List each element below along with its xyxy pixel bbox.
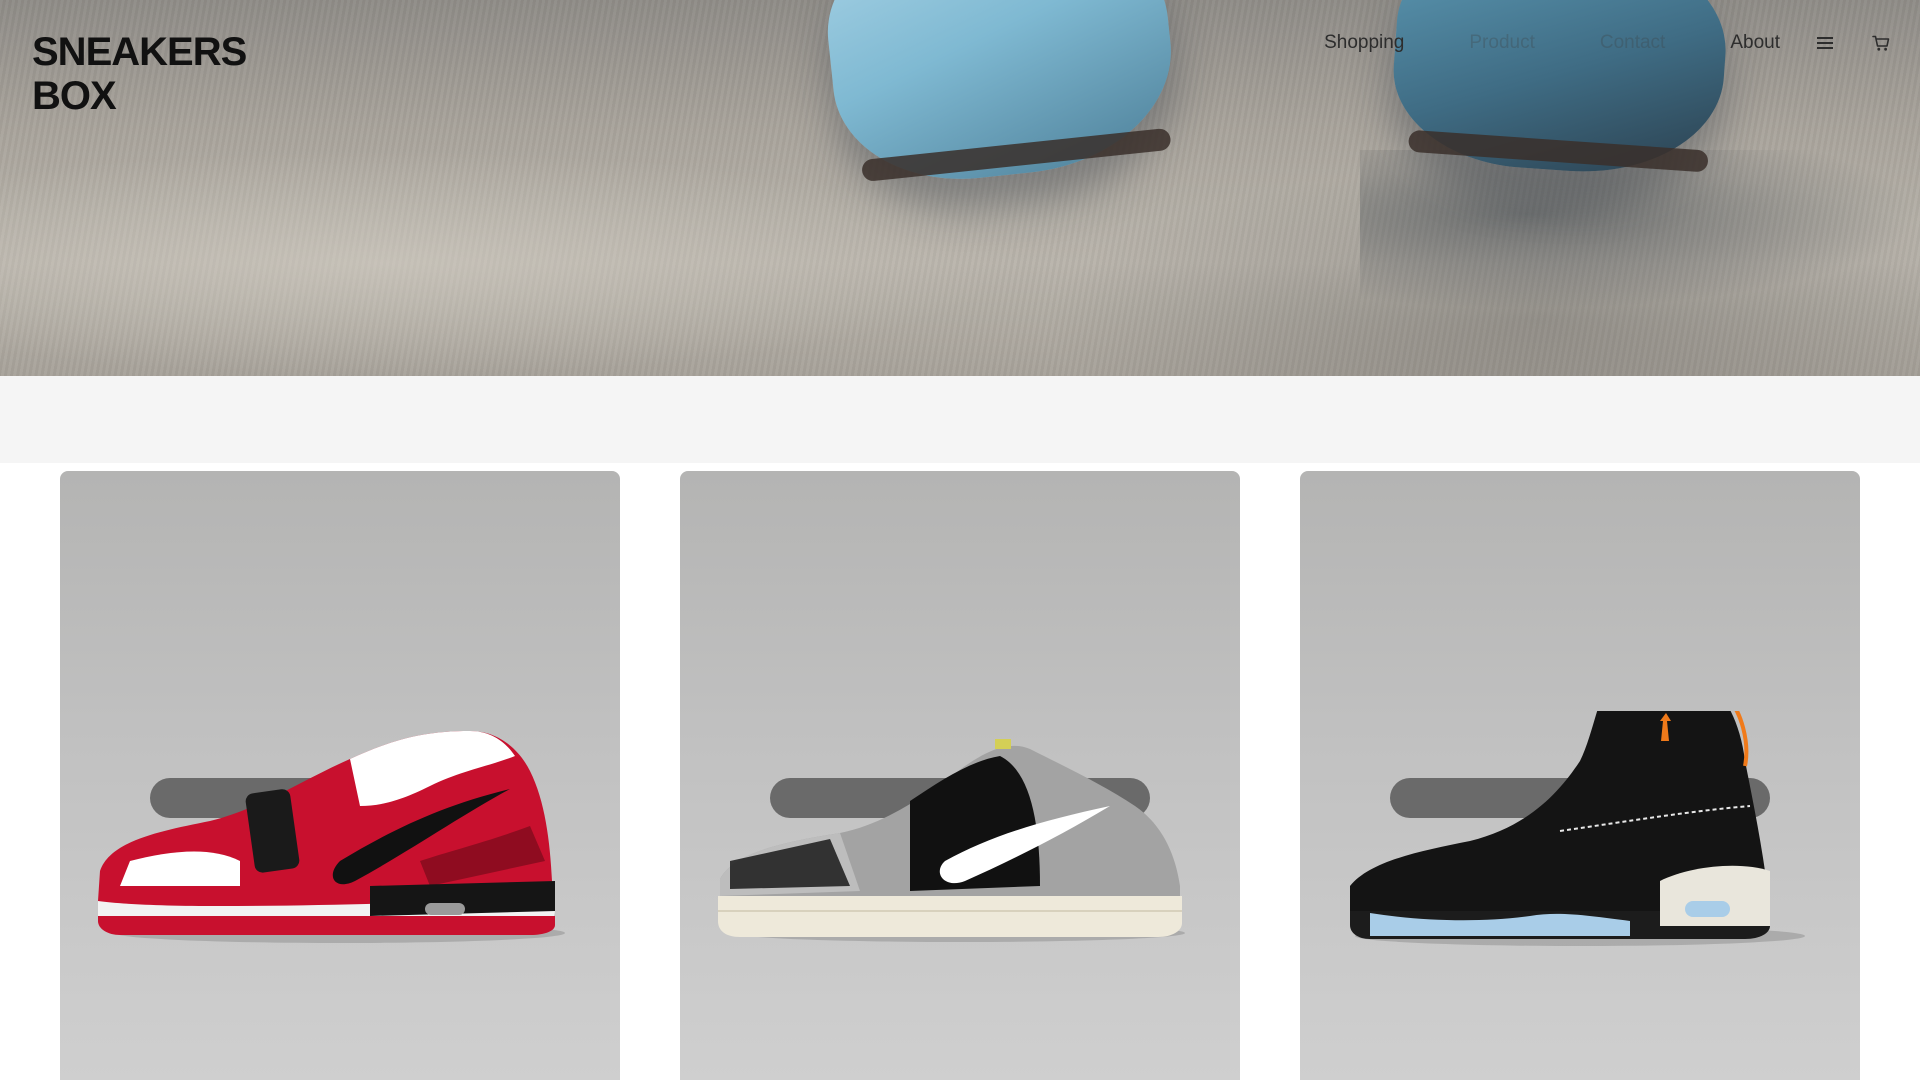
nav-link-about[interactable]: About	[1730, 32, 1780, 54]
brand-logo[interactable]: SNEAKERS BOX	[32, 30, 247, 118]
product-grid	[0, 471, 1920, 1080]
product-image-red-sneaker	[98, 731, 565, 943]
shopping-cart-icon[interactable]	[1870, 32, 1892, 54]
product-image-black-highTop-sneaker	[1350, 711, 1805, 946]
product-image-cement-sneaker	[718, 739, 1185, 942]
nav-link-shopping[interactable]: Shopping	[1324, 32, 1404, 54]
product-card[interactable]	[60, 471, 620, 1080]
product-card[interactable]	[680, 471, 1240, 1080]
section-divider	[0, 376, 1920, 463]
main-nav: Shopping Product Contact About	[1324, 26, 1892, 60]
nav-link-contact[interactable]: Contact	[1600, 32, 1665, 54]
brand-logo-line1: SNEAKERS	[32, 30, 247, 74]
hamburger-menu-icon[interactable]	[1814, 32, 1836, 54]
product-card[interactable]	[1300, 471, 1860, 1080]
brand-logo-line2: BOX	[32, 74, 117, 118]
hero-shadow	[1360, 150, 1920, 310]
nav-link-product[interactable]: Product	[1469, 32, 1534, 54]
